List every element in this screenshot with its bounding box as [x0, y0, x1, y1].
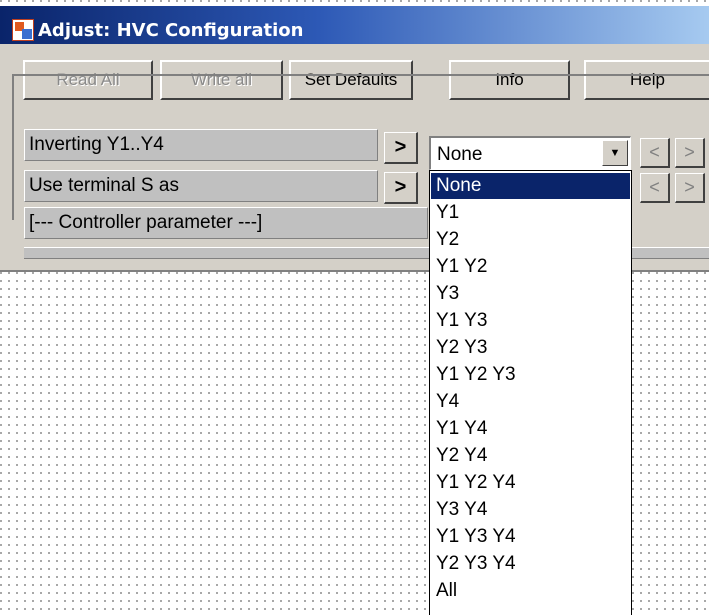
option-y4[interactable]: Y4 [431, 389, 630, 415]
param-controller-section: [--- Controller parameter ---] [24, 207, 428, 239]
prev-button-row1[interactable]: < [640, 138, 670, 168]
next-button-row1[interactable]: > [675, 138, 705, 168]
expand-button-row1[interactable]: > [384, 132, 418, 164]
option-y1-y2-y3[interactable]: Y1 Y2 Y3 [431, 362, 630, 388]
next-button-row2[interactable]: > [675, 173, 705, 203]
hvc-configuration-window: Adjust: HVC Configuration Read All Write… [0, 0, 709, 615]
option-y1-y3[interactable]: Y1 Y3 [431, 308, 630, 334]
select-value: None [437, 144, 483, 165]
window-title: Adjust: HVC Configuration [38, 20, 304, 41]
option-y3-y4[interactable]: Y3 Y4 [431, 497, 630, 523]
option-y1-y4[interactable]: Y1 Y4 [431, 416, 630, 442]
param-use-terminal-s[interactable]: Use terminal S as [24, 170, 378, 202]
inverting-dropdown-list[interactable]: None Y1 Y2 Y1 Y2 Y3 Y1 Y3 Y2 Y3 Y1 Y2 Y3… [429, 170, 632, 615]
option-y2-y4[interactable]: Y2 Y4 [431, 443, 630, 469]
option-y1-y2[interactable]: Y1 Y2 [431, 254, 630, 280]
param-inverting-y1-y4[interactable]: Inverting Y1..Y4 [24, 129, 378, 161]
option-all[interactable]: All [431, 578, 630, 604]
expand-button-row2[interactable]: > [384, 172, 418, 204]
option-none[interactable]: None [431, 173, 630, 199]
chevron-down-icon[interactable]: ▼ [602, 140, 628, 166]
option-y1-y3-y4[interactable]: Y1 Y3 Y4 [431, 524, 630, 550]
option-y1[interactable]: Y1 [431, 200, 630, 226]
prev-button-row2[interactable]: < [640, 173, 670, 203]
option-y2-y3[interactable]: Y2 Y3 [431, 335, 630, 361]
option-y2[interactable]: Y2 [431, 227, 630, 253]
title-bar: Adjust: HVC Configuration [0, 6, 709, 44]
app-icon [12, 19, 34, 41]
option-y2-y3-y4[interactable]: Y2 Y3 Y4 [431, 551, 630, 577]
option-y1-y2-y4[interactable]: Y1 Y2 Y4 [431, 470, 630, 496]
inverting-select[interactable]: None ▼ [429, 136, 631, 170]
option-y3[interactable]: Y3 [431, 281, 630, 307]
